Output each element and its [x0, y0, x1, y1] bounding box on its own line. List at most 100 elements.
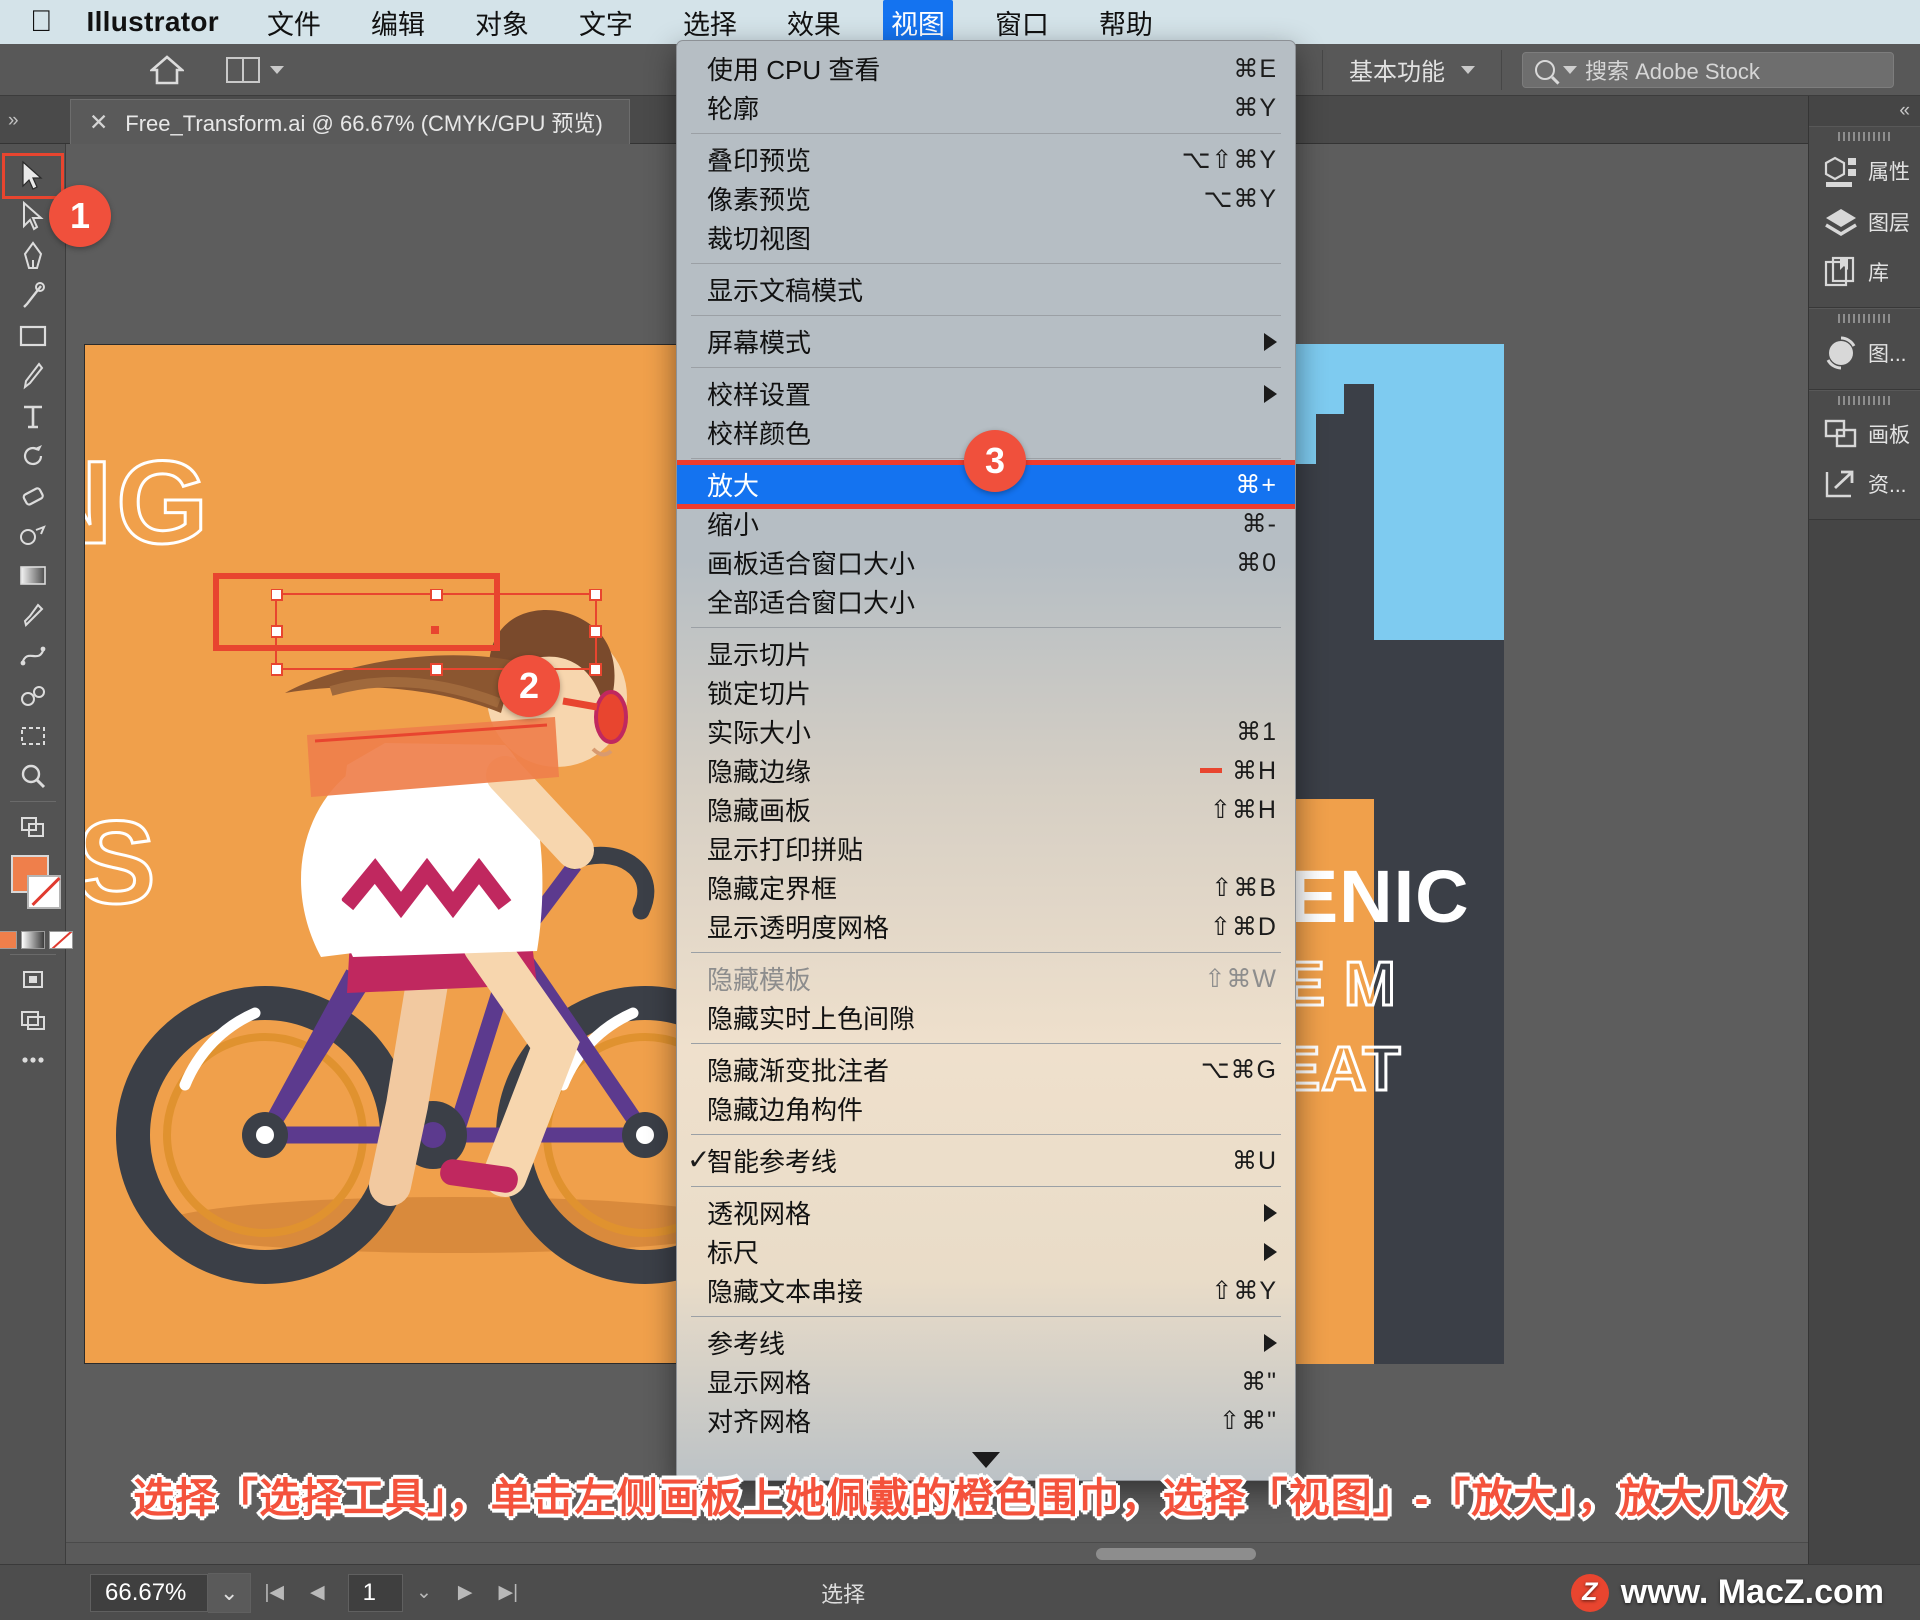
zoom-value[interactable]: 66.67%	[90, 1573, 208, 1612]
symbol-sprayer-tool[interactable]	[5, 676, 61, 716]
menu-item-hide-live-paint-gaps[interactable]: 隐藏实时上色间隙	[677, 998, 1295, 1037]
menu-item-hide-artboards[interactable]: 隐藏画板 ⇧⌘H	[677, 790, 1295, 829]
menu-item-show-grid[interactable]: 显示网格 ⌘"	[677, 1362, 1295, 1401]
menu-item-overprint-preview[interactable]: 叠印预览 ⌥⇧⌘Y	[677, 140, 1295, 179]
menu-item-proof-setup[interactable]: 校样设置	[677, 374, 1295, 413]
menu-item-hide-edges[interactable]: 隐藏边缘 ⌘H	[677, 751, 1295, 790]
dock-item-image-trace[interactable]: 图...	[1809, 327, 1920, 379]
rectangle-tool[interactable]	[5, 316, 61, 356]
menu-item-snap-to-grid[interactable]: 对齐网格 ⇧⌘"	[677, 1401, 1295, 1440]
rotate-tool[interactable]	[5, 436, 61, 476]
artboard-dropdown-icon[interactable]: ⌄	[403, 1581, 445, 1604]
screen-mode-icon[interactable]	[5, 1000, 61, 1040]
menu-item-show-slices[interactable]: 显示切片	[677, 634, 1295, 673]
menu-item-hide-bounding-box[interactable]: 隐藏定界框 ⇧⌘B	[677, 868, 1295, 907]
menu-edit[interactable]: 编辑	[363, 0, 433, 45]
adobe-stock-search[interactable]: 搜索 Adobe Stock	[1522, 51, 1894, 88]
dock-item-asset-export[interactable]: 资...	[1809, 459, 1920, 509]
paintbrush-tool[interactable]	[5, 356, 61, 396]
zoom-dropdown-icon[interactable]: ⌄	[208, 1572, 252, 1613]
eraser-tool[interactable]	[5, 476, 61, 516]
menu-item-fit-all[interactable]: 全部适合窗口大小	[677, 582, 1295, 621]
gradient-swatch-icon[interactable]	[20, 931, 45, 949]
pen-tool[interactable]	[5, 236, 61, 276]
menu-help[interactable]: 帮助	[1091, 0, 1161, 45]
menu-view[interactable]: 视图	[882, 0, 953, 45]
menu-item-label: 画板适合窗口大小	[707, 549, 916, 579]
dock-item-library[interactable]: 库	[1809, 247, 1920, 297]
menu-item-presentation-mode[interactable]: 显示文稿模式	[677, 270, 1295, 309]
submenu-arrow-icon	[1264, 1242, 1277, 1261]
first-artboard-button[interactable]: |◀	[251, 1581, 297, 1604]
dock-item-artboards[interactable]: 画板	[1809, 409, 1920, 459]
curvature-tool[interactable]	[5, 276, 61, 316]
selection-tool[interactable]	[1, 153, 64, 199]
horizontal-scrollbar[interactable]	[66, 1542, 1854, 1564]
menu-item-actual-size[interactable]: 实际大小 ⌘1	[677, 712, 1295, 751]
menu-item-rulers[interactable]: 标尺	[677, 1232, 1295, 1271]
menu-item-pixel-preview[interactable]: 像素预览 ⌥⌘Y	[677, 179, 1295, 218]
menu-item-shortcut: ⌘0	[1236, 548, 1277, 577]
color-swatch-icon[interactable]	[0, 931, 17, 949]
fill-stroke-swatches[interactable]	[5, 853, 61, 927]
menu-item-cpu-preview[interactable]: 使用 CPU 查看 ⌘E	[677, 49, 1295, 88]
menu-type[interactable]: 文字	[571, 0, 641, 45]
collapse-panels-icon[interactable]: «	[1809, 96, 1920, 126]
view-dropdown-menu[interactable]: 使用 CPU 查看 ⌘E 轮廓 ⌘Y 叠印预览 ⌥⇧⌘Y 像素预览 ⌥⌘Y 裁切…	[676, 40, 1296, 1481]
zoom-control[interactable]: 66.67% ⌄	[90, 1572, 252, 1613]
menu-window[interactable]: 窗口	[987, 0, 1057, 45]
none-swatch-icon[interactable]	[48, 931, 73, 949]
menu-effect[interactable]: 效果	[779, 0, 849, 45]
eyedropper-tool[interactable]	[5, 596, 61, 636]
menu-object[interactable]: 对象	[467, 0, 537, 45]
zoom-tool[interactable]	[5, 756, 61, 796]
menu-item-smart-guides[interactable]: ✓ 智能参考线 ⌘U	[677, 1141, 1295, 1180]
menu-select[interactable]: 选择	[675, 0, 745, 45]
panel-grip[interactable]	[1809, 309, 1920, 327]
menu-item-label: 全部适合窗口大小	[707, 588, 916, 618]
shape-builder-tool[interactable]	[5, 516, 61, 556]
menu-file[interactable]: 文件	[259, 0, 329, 45]
home-icon[interactable]	[148, 53, 186, 87]
menu-item-guides[interactable]: 参考线	[677, 1323, 1295, 1362]
drawing-mode-icon[interactable]	[5, 960, 61, 1000]
type-tool[interactable]	[5, 396, 61, 436]
panel-grip[interactable]	[1809, 391, 1920, 409]
menu-item-shortcut: ⌘E	[1233, 54, 1277, 83]
blend-tool[interactable]	[5, 636, 61, 676]
menu-item-outline[interactable]: 轮廓 ⌘Y	[677, 88, 1295, 127]
more-tools-icon[interactable]	[5, 1040, 61, 1080]
change-screen-mode-icon[interactable]	[5, 807, 61, 847]
apple-logo-icon[interactable]: 	[30, 7, 53, 37]
panel-grip[interactable]	[1809, 127, 1920, 145]
menu-item-shortcut: ⇧⌘D	[1209, 912, 1277, 941]
artboard-number-field[interactable]: 1	[347, 1573, 403, 1612]
horizontal-scroll-thumb[interactable]	[1096, 1548, 1256, 1560]
document-tab[interactable]: ✕ Free_Transform.ai @ 66.67% (CMYK/GPU 预…	[70, 99, 630, 144]
menu-item-zoom-out[interactable]: 缩小 ⌘-	[677, 504, 1295, 543]
dock-item-properties[interactable]: 属性	[1809, 145, 1920, 197]
menu-item-screen-mode[interactable]: 屏幕模式	[677, 322, 1295, 361]
search-icon	[1535, 59, 1555, 80]
gradient-tool[interactable]	[5, 556, 61, 596]
stroke-swatch[interactable]	[26, 875, 61, 909]
close-icon[interactable]: ✕	[89, 109, 108, 136]
previous-artboard-button[interactable]: ◀	[297, 1581, 338, 1604]
dock-item-layers[interactable]: 图层	[1809, 197, 1920, 247]
workspace-switcher[interactable]: 基本功能	[1322, 49, 1502, 90]
menu-item-hide-corner-widget[interactable]: 隐藏边角构件	[677, 1089, 1295, 1128]
menu-item-lock-slices[interactable]: 锁定切片	[677, 673, 1295, 712]
menu-item-show-print-tiling[interactable]: 显示打印拼贴	[677, 829, 1295, 868]
expand-panel-icon[interactable]: »	[8, 110, 18, 132]
next-artboard-button[interactable]: ▶	[445, 1581, 486, 1604]
arrange-documents-button[interactable]	[226, 56, 284, 83]
menu-item-hide-gradient-annotator[interactable]: 隐藏渐变批注者 ⌥⌘G	[677, 1050, 1295, 1089]
artboard-tool[interactable]	[5, 716, 61, 756]
menu-item-fit-artboard[interactable]: 画板适合窗口大小 ⌘0	[677, 543, 1295, 582]
last-artboard-button[interactable]: ▶|	[486, 1581, 532, 1604]
menu-item-trim-view[interactable]: 裁切视图	[677, 218, 1295, 257]
menu-item-show-transparency-grid[interactable]: 显示透明度网格 ⇧⌘D	[677, 907, 1295, 946]
menu-item-perspective-grid[interactable]: 透视网格	[677, 1193, 1295, 1232]
tool-divider	[9, 801, 56, 802]
menu-item-hide-text-threads[interactable]: 隐藏文本串接 ⇧⌘Y	[677, 1271, 1295, 1310]
